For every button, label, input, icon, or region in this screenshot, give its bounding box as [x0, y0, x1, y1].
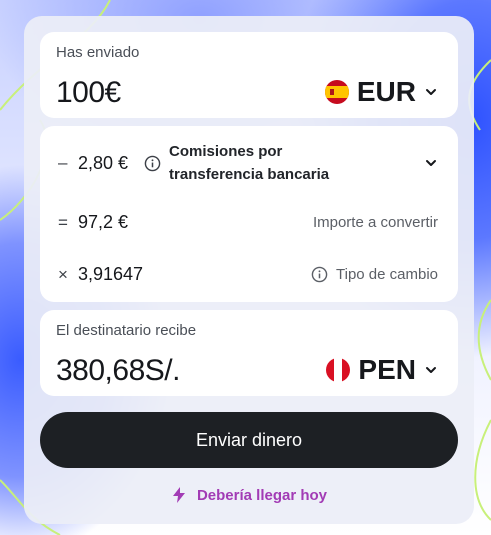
- fees-breakdown-panel: – 2,80 € Comisiones por transferencia ba…: [40, 126, 458, 302]
- rate-value: 3,91647: [78, 264, 144, 284]
- delivery-estimate-text: Debería llegar hoy: [196, 486, 328, 504]
- converted-desc: Importe a convertir: [312, 214, 438, 231]
- send-amount-panel[interactable]: Has enviado 100€ EUR: [40, 32, 458, 118]
- transfer-calculator-card: Has enviado 100€ EUR – 2,80 € Comisiones…: [24, 16, 474, 524]
- send-currency-selector[interactable]: EUR: [324, 76, 438, 108]
- spain-flag-icon: [324, 80, 349, 104]
- rate-desc: Tipo de cambio: [336, 266, 438, 283]
- chevron-down-icon[interactable]: [424, 156, 438, 170]
- send-money-button[interactable]: Enviar dinero: [40, 412, 458, 468]
- send-amount-input[interactable]: 100€: [56, 76, 121, 110]
- send-label: Has enviado: [56, 44, 140, 61]
- info-icon[interactable]: [311, 266, 328, 283]
- peru-flag-icon: [326, 358, 351, 382]
- delivery-estimate: Debería llegar hoy: [24, 486, 474, 504]
- send-currency-code: EUR: [356, 76, 416, 107]
- receive-label: El destinatario recibe: [56, 322, 197, 339]
- info-icon[interactable]: [144, 155, 161, 172]
- fee-value: 2,80 €: [78, 152, 129, 173]
- equals-operator: =: [58, 212, 68, 232]
- receive-amount-input[interactable]: 380,68S/.: [56, 354, 180, 388]
- receive-currency-code: PEN: [358, 354, 416, 385]
- receive-amount-panel[interactable]: El destinatario recibe 380,68S/. PEN: [40, 310, 458, 396]
- receive-currency-selector[interactable]: PEN: [326, 354, 438, 386]
- multiply-operator: ×: [58, 264, 68, 284]
- chevron-down-icon: [426, 89, 436, 95]
- exchange-rate-row: × 3,91647 Tipo de cambio: [58, 264, 438, 285]
- fee-title: Comisiones por transferencia bancaria: [169, 143, 330, 183]
- fee-row[interactable]: – 2,80 € Comisiones por transferencia ba…: [58, 140, 438, 186]
- converted-amount-row: = 97,2 € Importe a convertir: [58, 212, 438, 233]
- minus-operator: –: [58, 153, 68, 172]
- converted-value: 97,2 €: [78, 212, 129, 232]
- lightning-icon: [172, 487, 185, 503]
- rate-desc-wrapper: Tipo de cambio: [311, 266, 438, 283]
- chevron-down-icon: [426, 367, 436, 373]
